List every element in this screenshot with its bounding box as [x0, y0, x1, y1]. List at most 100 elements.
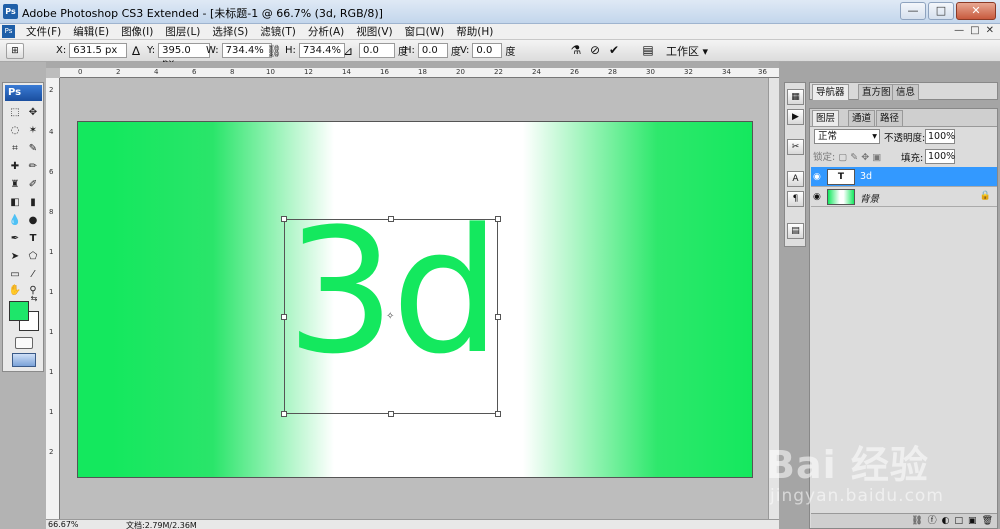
- gradient-tool-icon[interactable]: ▮: [24, 195, 42, 211]
- ruler-horizontal[interactable]: 0 2 4 6 8 10 12 14 16 18 20 22 24 26 28 …: [60, 68, 779, 78]
- menu-layer[interactable]: 图层(L): [159, 25, 206, 39]
- zoom-level[interactable]: 66.67%: [48, 520, 79, 529]
- layer-style-icon[interactable]: ⓕ: [928, 514, 937, 528]
- layer-comps-icon[interactable]: ▤: [787, 223, 804, 239]
- layer-row-text[interactable]: ◉ T 3d: [811, 167, 997, 187]
- hand-tool-icon[interactable]: ✋: [6, 283, 24, 299]
- eye-icon[interactable]: ◉: [813, 192, 823, 202]
- fill-input[interactable]: 100%: [925, 149, 955, 164]
- swap-colors-icon[interactable]: ⇆: [27, 293, 41, 305]
- lock-all-icon[interactable]: ▣: [872, 152, 881, 163]
- tab-layers[interactable]: 图层: [812, 110, 840, 126]
- doc-close-button[interactable]: ✕: [986, 25, 994, 36]
- tab-info[interactable]: 信息: [892, 84, 920, 100]
- tool-presets-icon[interactable]: ✂: [787, 139, 804, 155]
- maximize-button[interactable]: □: [928, 2, 954, 20]
- notes-tool-icon[interactable]: ▭: [6, 267, 24, 283]
- paragraph-panel-icon[interactable]: ¶: [787, 191, 804, 207]
- menu-select[interactable]: 选择(S): [206, 25, 254, 39]
- palette-well-icon[interactable]: ▤: [640, 43, 656, 57]
- crop-tool-icon[interactable]: ⌗: [6, 141, 24, 157]
- shape-tool-icon[interactable]: ⬠: [24, 249, 42, 265]
- new-group-icon[interactable]: □: [955, 514, 964, 528]
- link-layers-icon[interactable]: ⛓: [911, 514, 922, 528]
- tab-paths[interactable]: 路径: [876, 110, 904, 126]
- brush-tool-icon[interactable]: ✏: [24, 159, 42, 175]
- height-input[interactable]: 734.4%: [298, 43, 345, 58]
- document-icon[interactable]: Ps: [2, 25, 15, 38]
- transform-handle-left[interactable]: [281, 314, 287, 320]
- magic-wand-icon[interactable]: ✶: [24, 123, 42, 139]
- tab-navigator[interactable]: 导航器: [812, 84, 849, 100]
- transform-handle-bottom[interactable]: [388, 411, 394, 417]
- lock-pixels-icon[interactable]: ✎: [850, 152, 858, 163]
- menu-edit[interactable]: 编辑(E): [67, 25, 115, 39]
- blend-mode-select[interactable]: 正常 ▾: [814, 129, 880, 144]
- minimize-button[interactable]: —: [900, 2, 926, 20]
- screen-mode-button[interactable]: [12, 353, 36, 367]
- link-icon[interactable]: ⛓: [266, 44, 282, 58]
- pen-tool-icon[interactable]: ✒: [6, 231, 24, 247]
- opacity-input[interactable]: 100%: [925, 129, 955, 144]
- warp-icon[interactable]: ⚗: [568, 43, 584, 57]
- layer-row-background[interactable]: ◉ 背景 🔒: [811, 187, 997, 207]
- menu-window[interactable]: 窗口(W): [399, 25, 451, 39]
- actions-panel-icon[interactable]: ▶: [787, 109, 804, 125]
- ruler-vertical[interactable]: 2 4 6 8 1 1 1 1 1 2: [46, 78, 60, 519]
- doc-minimize-button[interactable]: —: [954, 25, 964, 36]
- transform-handle-top-right[interactable]: [495, 216, 501, 222]
- workspace-button[interactable]: 工作区 ▾: [666, 43, 708, 59]
- transform-handle-bottom-left[interactable]: [281, 411, 287, 417]
- rotate-input[interactable]: 0.0: [359, 43, 395, 58]
- y-label: Y:: [147, 45, 156, 56]
- history-brush-icon[interactable]: ✐: [24, 177, 42, 193]
- menu-view[interactable]: 视图(V): [350, 25, 398, 39]
- reference-point-icon[interactable]: ⊞: [6, 43, 24, 59]
- clone-stamp-icon[interactable]: ♜: [6, 177, 24, 193]
- history-panel-icon[interactable]: ▦: [787, 89, 804, 105]
- menu-image[interactable]: 图像(I): [115, 25, 159, 39]
- lock-transparency-icon[interactable]: ▢: [838, 152, 847, 163]
- marquee-tool-icon[interactable]: ⬚: [6, 105, 24, 121]
- menu-help[interactable]: 帮助(H): [450, 25, 499, 39]
- delete-layer-icon[interactable]: 🗑: [982, 514, 993, 528]
- slice-tool-icon[interactable]: ✎: [24, 141, 42, 157]
- path-selection-icon[interactable]: ➤: [6, 249, 24, 265]
- hskew-input[interactable]: 0.0: [417, 43, 448, 58]
- width-input[interactable]: 734.4%: [221, 43, 272, 58]
- transform-handle-top[interactable]: [388, 216, 394, 222]
- quick-mask-button[interactable]: [15, 337, 33, 349]
- cancel-transform-icon[interactable]: ⊘: [587, 43, 603, 57]
- lasso-tool-icon[interactable]: ◌: [6, 123, 24, 139]
- x-input[interactable]: 631.5 px: [69, 43, 128, 58]
- transform-handle-top-left[interactable]: [281, 216, 287, 222]
- move-tool-icon[interactable]: ✥: [24, 105, 42, 121]
- commit-transform-icon[interactable]: ✔: [606, 43, 622, 57]
- menu-file[interactable]: 文件(F): [20, 25, 67, 39]
- transform-handle-right[interactable]: [495, 314, 501, 320]
- transform-handle-bottom-right[interactable]: [495, 411, 501, 417]
- transform-center-point-icon[interactable]: ✧: [386, 312, 396, 322]
- eyedropper-icon[interactable]: ⁄: [24, 267, 42, 283]
- type-tool-icon[interactable]: T: [24, 231, 42, 247]
- eye-icon[interactable]: ◉: [813, 172, 823, 182]
- y-input[interactable]: 395.0 px: [158, 43, 211, 69]
- healing-brush-icon[interactable]: ✚: [6, 159, 24, 175]
- opacity-label: 不透明度:: [884, 133, 926, 144]
- lock-position-icon[interactable]: ✥: [861, 152, 869, 163]
- foreground-color-swatch[interactable]: [9, 301, 29, 321]
- eraser-tool-icon[interactable]: ◧: [6, 195, 24, 211]
- dodge-tool-icon[interactable]: ●: [24, 213, 42, 229]
- menu-filter[interactable]: 滤镜(T): [254, 25, 302, 39]
- vertical-scrollbar[interactable]: [768, 78, 779, 519]
- blur-tool-icon[interactable]: 💧: [6, 213, 24, 229]
- new-layer-icon[interactable]: ▣: [968, 514, 977, 528]
- vskew-input[interactable]: 0.0: [472, 43, 503, 58]
- adjustment-layer-icon[interactable]: ◐: [942, 514, 950, 528]
- close-button[interactable]: ✕: [956, 2, 996, 20]
- tab-histogram[interactable]: 直方图: [858, 84, 895, 100]
- doc-restore-button[interactable]: □: [970, 25, 979, 36]
- tab-channels[interactable]: 通道: [848, 110, 876, 126]
- menu-analysis[interactable]: 分析(A): [302, 25, 350, 39]
- character-panel-icon[interactable]: A: [787, 171, 804, 187]
